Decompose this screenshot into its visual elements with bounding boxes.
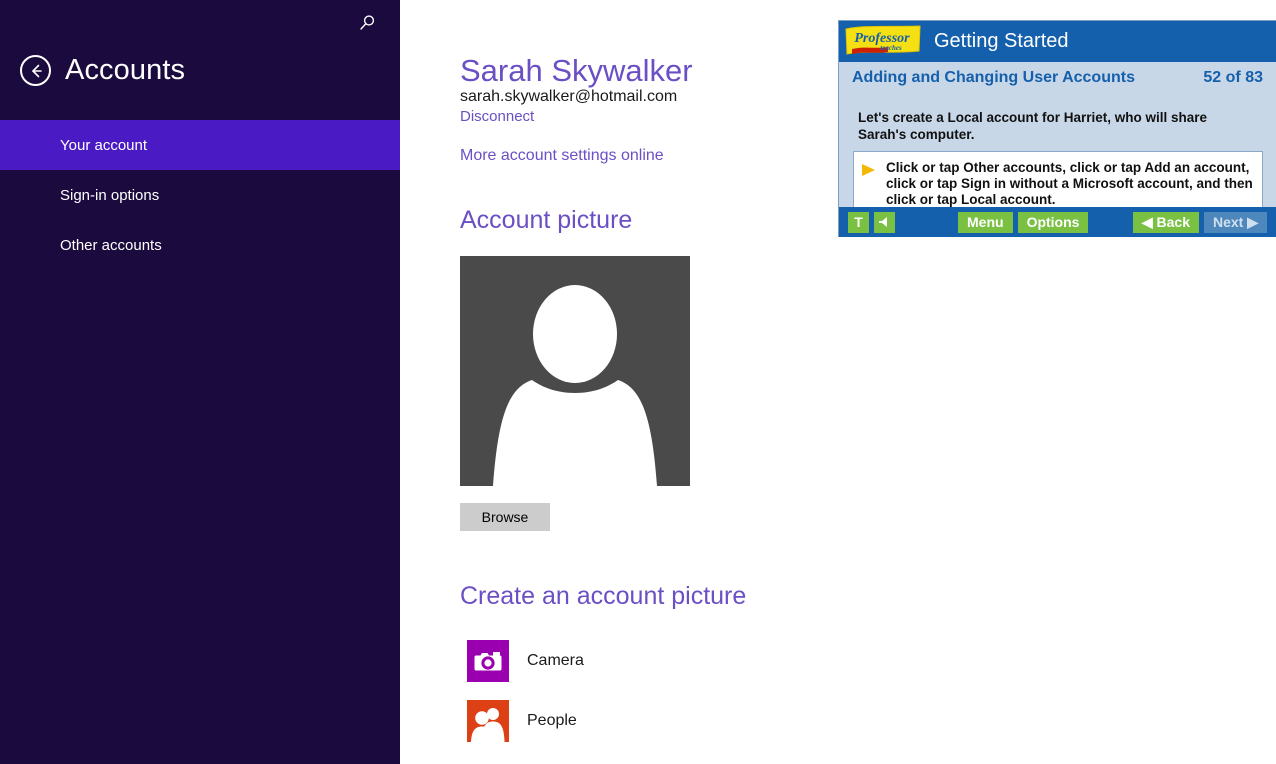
person-silhouette-icon <box>460 256 690 486</box>
camera-icon <box>467 640 509 682</box>
text-toggle-button[interactable]: T <box>848 212 869 233</box>
tutorial-app-title: Getting Started <box>934 30 1069 53</box>
lesson-header: Adding and Changing User Accounts 52 of … <box>839 69 1276 87</box>
menu-button[interactable]: Menu <box>958 212 1013 233</box>
lesson-progress: 52 of 83 <box>1203 69 1263 87</box>
lesson-intro-text: Let's create a Local account for Harriet… <box>858 109 1258 143</box>
speaker-icon[interactable] <box>874 212 895 233</box>
settings-sidebar: Accounts Your account Sign-in options Ot… <box>0 0 400 764</box>
next-button[interactable]: Next ▶ <box>1204 212 1267 233</box>
instruction-text: Click or tap Other accounts, click or ta… <box>886 160 1254 208</box>
more-account-settings-link[interactable]: More account settings online <box>460 147 664 165</box>
app-label: Camera <box>527 652 584 670</box>
people-icon <box>467 700 509 742</box>
tutorial-titlebar: Professor teaches Getting Started <box>839 21 1276 62</box>
tutorial-toolbar: T Menu Options ◀ Back Next ▶ <box>839 207 1276 237</box>
options-button[interactable]: Options <box>1018 212 1089 233</box>
sidebar-item-sign-in-options[interactable]: Sign-in options <box>0 170 400 220</box>
search-icon[interactable] <box>352 8 382 38</box>
disconnect-link[interactable]: Disconnect <box>460 108 534 125</box>
sidebar-item-other-accounts[interactable]: Other accounts <box>0 220 400 270</box>
sidebar-header: Accounts <box>0 48 400 93</box>
sidebar-item-label: Sign-in options <box>60 187 159 204</box>
svg-text:teaches: teaches <box>880 44 902 52</box>
professor-teaches-logo-icon: Professor teaches <box>844 25 922 58</box>
account-email: sarah.skywalker@hotmail.com <box>460 88 677 106</box>
sidebar-item-label: Other accounts <box>60 237 162 254</box>
app-item-camera[interactable]: Camera <box>467 640 584 682</box>
back-button[interactable]: ◀ Back <box>1133 212 1199 233</box>
app-item-people[interactable]: People <box>467 700 577 742</box>
account-display-name: Sarah Skywalker <box>460 53 693 89</box>
account-picture-heading: Account picture <box>460 206 632 235</box>
back-arrow-icon[interactable] <box>20 55 51 86</box>
create-account-picture-heading: Create an account picture <box>460 582 746 611</box>
right-triangle-icon <box>860 160 882 208</box>
sidebar-item-your-account[interactable]: Your account <box>0 120 400 170</box>
sidebar-item-label: Your account <box>60 137 147 154</box>
app-label: People <box>527 712 577 730</box>
page-title: Accounts <box>65 54 185 87</box>
lesson-title: Adding and Changing User Accounts <box>852 69 1135 87</box>
tutorial-panel: Professor teaches Getting Started Adding… <box>838 20 1276 237</box>
browse-button[interactable]: Browse <box>460 503 550 531</box>
